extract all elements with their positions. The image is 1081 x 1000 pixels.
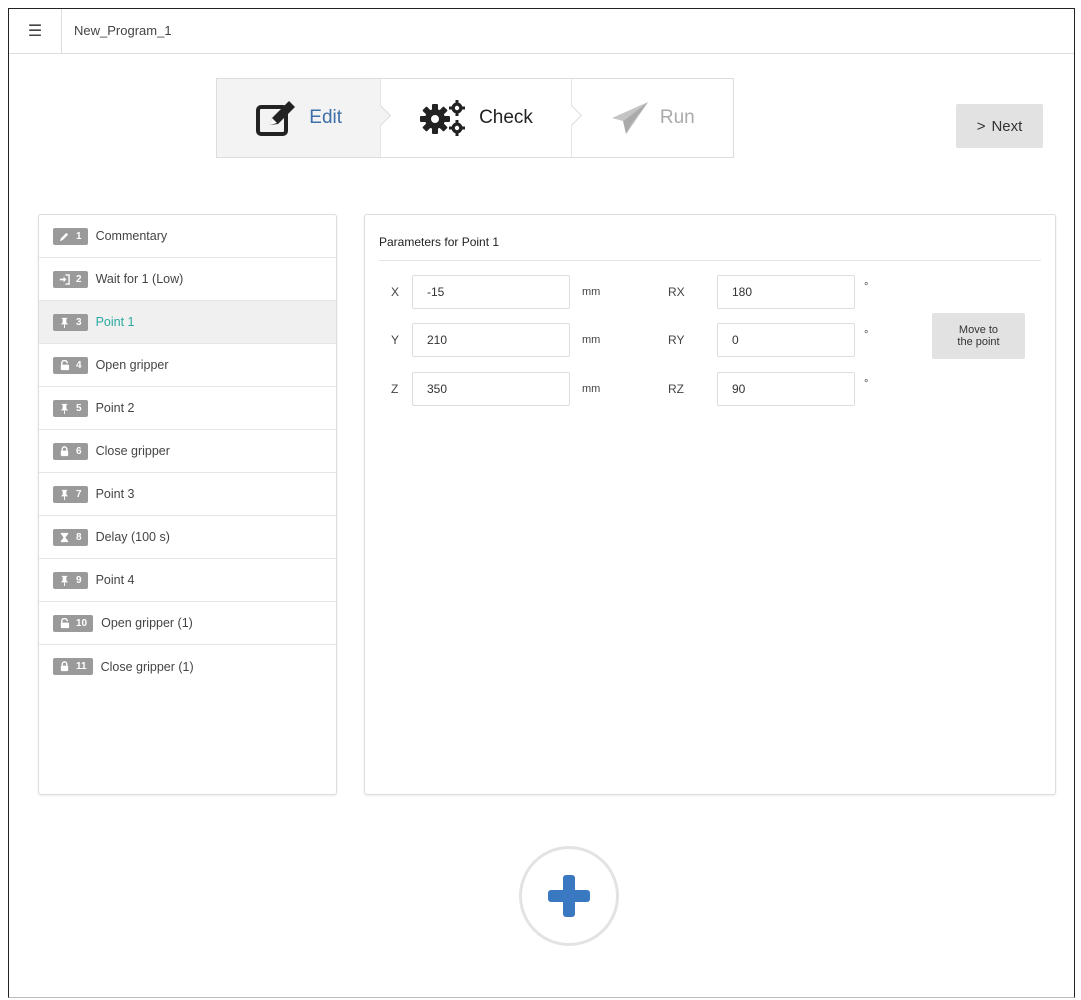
next-button-label: Next (991, 117, 1023, 135)
list-item[interactable]: 3 Point 1 (39, 301, 336, 344)
step-label: Point 1 (95, 315, 135, 329)
step-check-label: Check (479, 107, 533, 128)
step-label: Wait for 1 (Low) (95, 272, 184, 286)
plus-icon (548, 875, 590, 917)
unit-label: mm (582, 286, 601, 298)
param-label: RX (668, 285, 685, 299)
lock-icon (60, 661, 69, 672)
step-badge: 3 (53, 313, 88, 331)
unlock-icon (60, 617, 70, 628)
pencil-icon (59, 232, 69, 241)
param-label: Z (391, 382, 399, 396)
list-item[interactable]: 1 Commentary (39, 215, 336, 258)
z-input[interactable] (412, 372, 570, 406)
step-number: 6 (76, 445, 82, 457)
step-badge: 11 (53, 658, 93, 675)
param-label: X (391, 285, 400, 299)
step-number: 1 (76, 230, 82, 242)
workflow-stepper: Edit Check Run (216, 78, 734, 158)
param-row-x: X mm RX ° (365, 275, 1055, 311)
program-title: New_Program_1 (74, 23, 172, 38)
list-item[interactable]: 10 Open gripper (1) (39, 602, 336, 645)
step-badge: 1 (53, 227, 88, 245)
step-badge: 6 (53, 442, 88, 460)
step-number: 7 (76, 488, 82, 500)
step-label: Commentary (95, 229, 168, 243)
y-input[interactable] (412, 323, 570, 357)
rz-input[interactable] (717, 372, 855, 406)
list-item[interactable]: 9 Point 4 (39, 559, 336, 602)
lock-icon (60, 445, 69, 456)
list-item[interactable]: 6 Close gripper (39, 430, 336, 473)
step-badge: 10 (53, 614, 94, 632)
step-number: 5 (76, 402, 82, 414)
unit-label: ° (864, 329, 869, 341)
top-bar: ☰ New_Program_1 (9, 9, 1074, 54)
step-badge: 9 (53, 571, 88, 589)
param-label: RZ (668, 382, 684, 396)
edit-icon (256, 101, 296, 136)
paper-plane-icon (611, 102, 648, 134)
parameters-panel: Parameters for Point 1 X mm RX ° Y mm RY… (364, 214, 1056, 795)
thumbtack-icon (60, 317, 69, 328)
app-window: ☰ New_Program_1 Edit Check Run > Next 1 … (8, 8, 1075, 998)
step-label: Point 3 (95, 487, 135, 501)
x-input[interactable] (412, 275, 570, 309)
parameters-title: Parameters for Point 1 (379, 235, 500, 249)
param-label: RY (668, 333, 685, 347)
step-label: Open gripper (1) (101, 616, 193, 630)
rx-input[interactable] (717, 275, 855, 309)
step-edit[interactable]: Edit (217, 79, 392, 157)
step-edit-label: Edit (309, 107, 343, 128)
step-number: 3 (76, 316, 82, 328)
list-item[interactable]: 2 Wait for 1 (Low) (39, 258, 336, 301)
step-number: 9 (76, 574, 82, 586)
step-label: Point 4 (95, 573, 135, 587)
list-item[interactable]: 5 Point 2 (39, 387, 336, 430)
thumbtack-icon (60, 489, 69, 500)
list-item[interactable]: 4 Open gripper (39, 344, 336, 387)
param-label: Y (391, 333, 400, 347)
thumbtack-icon (60, 575, 69, 586)
step-number: 8 (76, 531, 82, 543)
next-button[interactable]: > Next (956, 104, 1043, 148)
step-badge: 5 (53, 399, 88, 417)
step-check[interactable]: Check (380, 79, 582, 157)
step-badge: 7 (53, 485, 88, 503)
hamburger-menu-icon[interactable]: ☰ (9, 9, 62, 53)
list-item[interactable]: 11 Close gripper (1) (39, 645, 336, 688)
unit-label: mm (582, 383, 601, 395)
param-row-z: Z mm RZ ° (365, 372, 1055, 408)
gears-icon (420, 100, 466, 136)
step-run[interactable]: Run (570, 79, 733, 157)
list-item[interactable]: 8 Delay (100 s) (39, 516, 336, 559)
add-step-button[interactable] (519, 846, 619, 946)
step-number: 10 (76, 617, 88, 629)
program-steps-list: 1 Commentary 2 Wait for 1 (Low) 3 Point … (38, 214, 337, 795)
step-badge: 2 (53, 270, 88, 288)
step-run-label: Run (659, 107, 695, 128)
step-number: 11 (76, 661, 87, 672)
step-label: Close gripper (95, 444, 170, 458)
step-badge: 8 (53, 528, 88, 546)
step-number: 2 (76, 273, 82, 285)
list-item[interactable]: 7 Point 3 (39, 473, 336, 516)
step-badge: 4 (53, 356, 88, 374)
step-label: Open gripper (95, 358, 169, 372)
ry-input[interactable] (717, 323, 855, 357)
unit-label: ° (864, 281, 869, 293)
hourglass-icon (60, 532, 69, 542)
step-label: Close gripper (1) (100, 659, 194, 674)
thumbtack-icon (60, 403, 69, 414)
move-to-point-button[interactable]: Move to the point (932, 313, 1025, 359)
step-number: 4 (76, 359, 82, 371)
unit-label: ° (864, 378, 869, 390)
sign-in-icon (59, 273, 70, 285)
divider (379, 260, 1041, 261)
chevron-right-icon: > (976, 117, 986, 135)
unlock-icon (60, 359, 70, 370)
step-label: Point 2 (95, 401, 135, 415)
unit-label: mm (582, 334, 601, 346)
step-label: Delay (100 s) (95, 530, 170, 544)
